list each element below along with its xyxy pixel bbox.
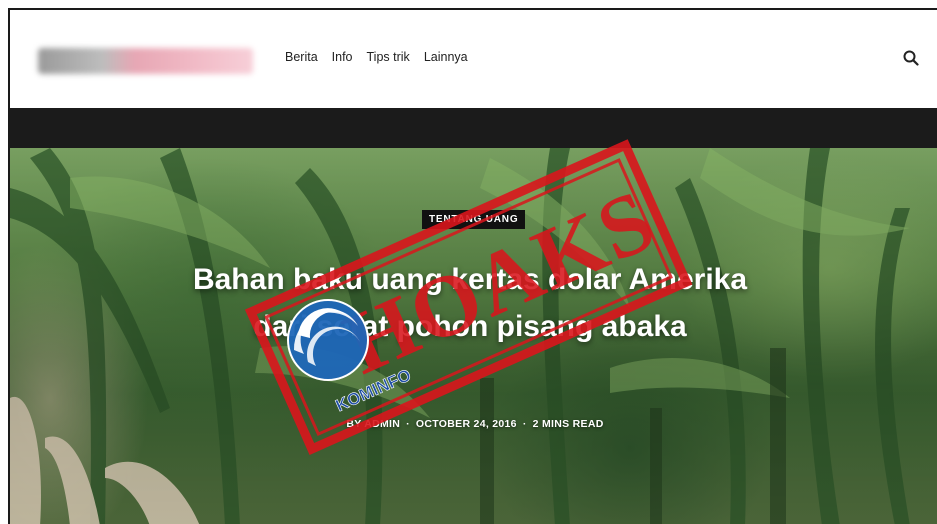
site-header: Berita Info Tips trik Lainnya <box>10 10 937 108</box>
dark-banner-bar <box>10 108 937 148</box>
main-nav: Berita Info Tips trik Lainnya <box>285 50 468 64</box>
article-title[interactable]: Bahan baku uang kertas dolar Amerika dar… <box>180 256 760 350</box>
nav-item-tips-trik[interactable]: Tips trik <box>367 50 410 64</box>
site-logo[interactable] <box>38 48 253 74</box>
nav-item-berita[interactable]: Berita <box>285 50 318 64</box>
category-badge[interactable]: TENTANG UANG <box>422 210 526 229</box>
search-icon[interactable] <box>903 50 919 66</box>
article-date: OCTOBER 24, 2016 <box>415 418 517 430</box>
hero-image: TENTANG UANG Bahan baku uang kertas dola… <box>10 148 937 524</box>
author-link[interactable]: BY ADMIN <box>346 418 400 430</box>
article-meta: BY ADMIN · OCTOBER 24, 2016 · 2 MINS READ <box>346 418 604 430</box>
read-time: 2 MINS READ <box>532 418 604 430</box>
nav-item-info[interactable]: Info <box>332 50 353 64</box>
browser-frame: Berita Info Tips trik Lainnya TENTANG UA… <box>8 8 937 524</box>
nav-item-lainnya[interactable]: Lainnya <box>424 50 468 64</box>
